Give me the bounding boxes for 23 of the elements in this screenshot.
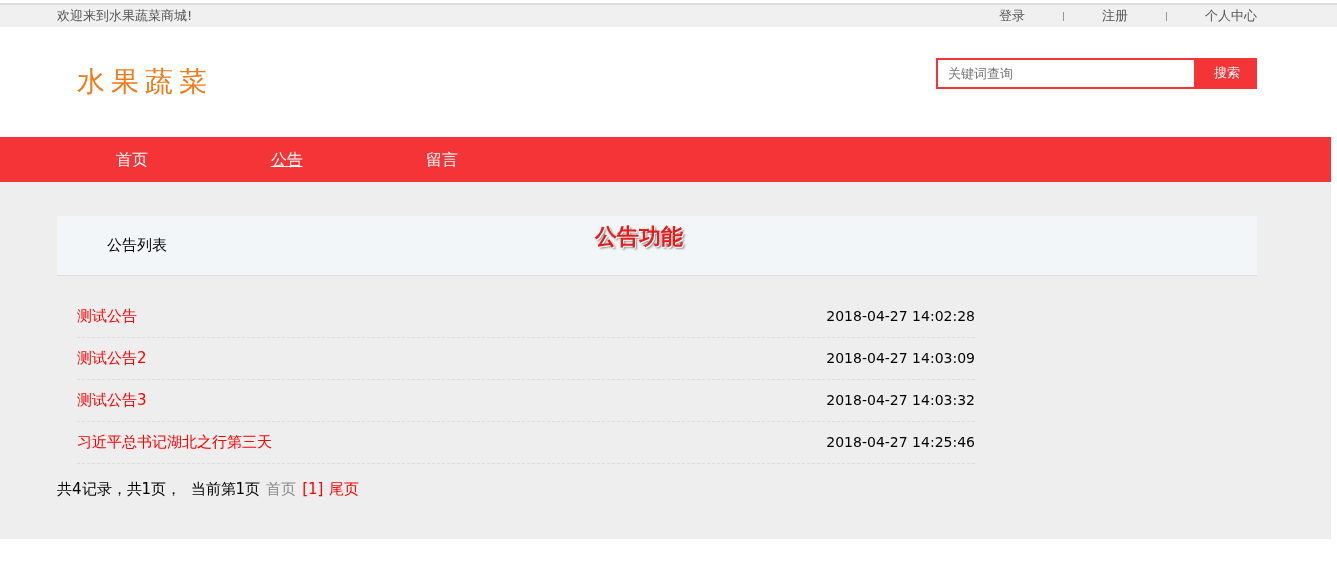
page-heading: 公告功能: [595, 223, 683, 251]
page-link[interactable]: [1]: [302, 478, 324, 501]
top-link[interactable]: 个人中心: [1205, 6, 1257, 26]
notice-time: 2018-04-27 14:25:46: [826, 433, 975, 452]
notice-time: 2018-04-27 14:03:32: [826, 391, 975, 410]
top-link[interactable]: 登录: [999, 6, 1025, 26]
pagination-summary: 共4记录，共1页， 当前第1页: [57, 479, 261, 500]
notice-link[interactable]: 测试公告2: [77, 347, 147, 370]
notice-link[interactable]: 习近平总书记湖北之行第三天: [77, 431, 272, 454]
notice-time: 2018-04-27 14:03:09: [826, 349, 975, 368]
nav-tab[interactable]: 首页: [54, 147, 209, 172]
nav-tab[interactable]: 留言: [364, 147, 519, 172]
top-link[interactable]: 注册: [1102, 6, 1128, 26]
notice-link[interactable]: 测试公告3: [77, 389, 147, 412]
logo: 水果蔬菜: [77, 64, 213, 100]
panel-title: 公告列表: [107, 235, 167, 257]
page-link[interactable]: 尾页: [329, 478, 360, 501]
search-button[interactable]: 搜索: [1196, 57, 1257, 89]
notice-time: 2018-04-27 14:02:28: [826, 307, 975, 326]
welcome-text: 欢迎来到水果蔬菜商城!: [57, 7, 193, 26]
nav-tab[interactable]: 公告: [209, 147, 364, 172]
search-field[interactable]: 关键词查询: [936, 57, 1196, 89]
notice-link[interactable]: 测试公告: [77, 305, 137, 328]
